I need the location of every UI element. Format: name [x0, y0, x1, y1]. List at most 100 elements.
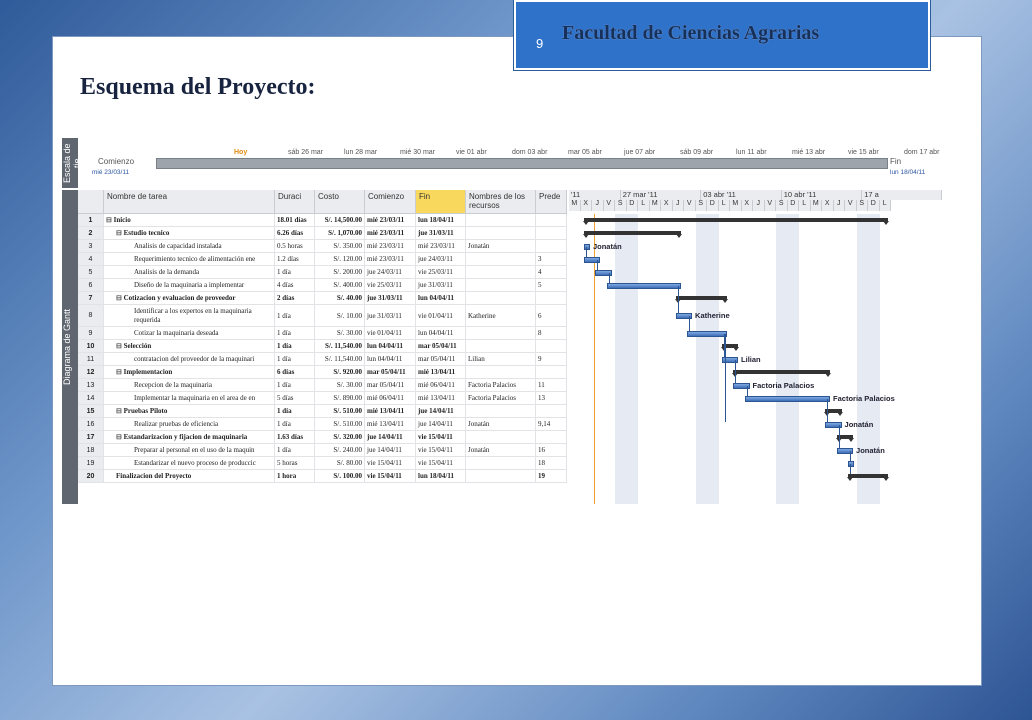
task-cell-pred[interactable]: 9 [536, 353, 567, 366]
task-cell-cost[interactable]: S/. 11,540.00 [315, 353, 365, 366]
task-cell-res[interactable] [466, 340, 536, 353]
collapse-icon[interactable]: ⊟ [116, 407, 124, 415]
task-cell-id[interactable]: 20 [78, 470, 104, 483]
task-cell-name[interactable]: ⊟ Cotizacion y evaluacion de proveedor [104, 292, 275, 305]
task-cell-pred[interactable] [536, 340, 567, 353]
task-cell-id[interactable]: 16 [78, 418, 104, 431]
gantt-summary-bar[interactable] [582, 230, 682, 238]
task-cell-dur[interactable]: 1 hora [275, 470, 315, 483]
task-row[interactable]: 8 Identificar a los expertos en la maquin… [78, 305, 567, 327]
gantt-task-bar[interactable] [744, 395, 831, 402]
task-cell-pred[interactable]: 3 [536, 253, 567, 266]
task-cell-id[interactable]: 8 [78, 305, 104, 327]
collapse-icon[interactable]: ⊟ [116, 433, 124, 441]
task-cell-res[interactable] [466, 457, 536, 470]
task-cell-name[interactable]: ⊟ Implementacion [104, 366, 275, 379]
task-cell-start[interactable]: mié 23/03/11 [365, 214, 416, 227]
task-cell-start[interactable]: jue 14/04/11 [365, 444, 416, 457]
task-cell-res[interactable] [466, 266, 536, 279]
task-cell-cost[interactable]: S/. 10.00 [315, 305, 365, 327]
collapse-icon[interactable]: ⊟ [116, 368, 124, 376]
task-cell-res[interactable] [466, 227, 536, 240]
gantt-summary-bar[interactable] [582, 217, 889, 225]
task-cell-res[interactable] [466, 253, 536, 266]
task-cell-dur[interactable]: 1 día [275, 444, 315, 457]
task-cell-id[interactable]: 6 [78, 279, 104, 292]
gantt-task-bar[interactable] [848, 460, 855, 467]
task-cell-dur[interactable]: 18.01 días [275, 214, 315, 227]
task-cell-name[interactable]: Diseño de la maquinaria a implementar [104, 279, 275, 292]
task-cell-cost[interactable]: S/. 920.00 [315, 366, 365, 379]
column-header-duracion[interactable]: Duraci [275, 190, 315, 214]
task-cell-start[interactable]: mié 13/04/11 [365, 405, 416, 418]
task-row[interactable]: 20 Finalizacion del Proyecto 1 hora S/. 100… [78, 470, 567, 483]
task-cell-end[interactable]: lun 04/04/11 [416, 292, 466, 305]
task-cell-name[interactable]: Finalizacion del Proyecto [104, 470, 275, 483]
task-row[interactable]: 16 Realizar pruebas de eficiencia 1 día S/.… [78, 418, 567, 431]
task-cell-start[interactable]: mar 05/04/11 [365, 379, 416, 392]
task-cell-name[interactable]: ⊟ Inicio [104, 214, 275, 227]
task-cell-id[interactable]: 10 [78, 340, 104, 353]
task-row[interactable]: 4 Requerimiento tecnico de alimentación e… [78, 253, 567, 266]
task-row[interactable]: 12 ⊟ Implementacion 6 días S/. 920.00 mar 05… [78, 366, 567, 379]
gantt-task-bar[interactable] [583, 243, 590, 250]
task-cell-pred[interactable]: 13 [536, 392, 567, 405]
task-cell-start[interactable]: vie 15/04/11 [365, 457, 416, 470]
task-cell-id[interactable]: 13 [78, 379, 104, 392]
task-cell-name[interactable]: ⊟ Pruebas Piloto [104, 405, 275, 418]
task-cell-start[interactable]: vie 15/04/11 [365, 470, 416, 483]
gantt-summary-bar[interactable] [847, 473, 889, 481]
column-header-recursos[interactable]: Nombres de los recursos [466, 190, 536, 214]
column-header-fin[interactable]: Fin [416, 190, 466, 214]
task-cell-res[interactable]: Factoria Palacios [466, 379, 536, 392]
timeline-panel[interactable]: Hoy sáb 26 mar lun 28 mar mié 30 mar vie 01 … [78, 138, 942, 188]
task-cell-id[interactable]: 4 [78, 253, 104, 266]
task-cell-dur[interactable]: 1 día [275, 379, 315, 392]
task-cell-res[interactable]: Factoria Palacios [466, 392, 536, 405]
task-cell-cost[interactable]: S/. 30.00 [315, 379, 365, 392]
task-cell-pred[interactable]: 6 [536, 305, 567, 327]
task-cell-pred[interactable] [536, 431, 567, 444]
task-cell-start[interactable]: mar 05/04/11 [365, 366, 416, 379]
task-cell-pred[interactable]: 18 [536, 457, 567, 470]
task-cell-name[interactable]: Analisis de la demanda [104, 266, 275, 279]
task-row[interactable]: 9 Cotizar la maquinaria deseada 1 día S/. 3… [78, 327, 567, 340]
task-cell-id[interactable]: 5 [78, 266, 104, 279]
task-cell-id[interactable]: 3 [78, 240, 104, 253]
gantt-task-bar[interactable] [606, 282, 681, 289]
task-row[interactable]: 14 Implementar la maquinaria en el area d… [78, 392, 567, 405]
task-cell-dur[interactable]: 6 días [275, 366, 315, 379]
task-cell-res[interactable] [466, 366, 536, 379]
gantt-chart[interactable]: '11 27 mar '11 03 abr '11 10 abr '11 17 a MX… [567, 190, 942, 504]
task-cell-name[interactable]: Identificar a los expertos en la maquina… [104, 305, 275, 327]
task-cell-dur[interactable]: 1 día [275, 340, 315, 353]
task-cell-end[interactable]: mié 23/03/11 [416, 240, 466, 253]
task-cell-pred[interactable] [536, 214, 567, 227]
task-cell-cost[interactable]: S/. 14,500.00 [315, 214, 365, 227]
task-cell-end[interactable]: mar 05/04/11 [416, 340, 466, 353]
task-cell-dur[interactable]: 1 día [275, 266, 315, 279]
task-cell-cost[interactable]: S/. 320.00 [315, 431, 365, 444]
task-cell-pred[interactable]: 5 [536, 279, 567, 292]
task-cell-start[interactable]: mié 06/04/11 [365, 392, 416, 405]
task-cell-name[interactable]: Recepcion de la maquinaria [104, 379, 275, 392]
task-cell-end[interactable]: jue 14/04/11 [416, 405, 466, 418]
task-cell-id[interactable]: 2 [78, 227, 104, 240]
timeline-side-tab[interactable]: Escala de tie [62, 138, 82, 188]
task-row[interactable]: 2 ⊟ Estudio tecnico 6.26 días S/. 1,070.00 m… [78, 227, 567, 240]
task-cell-cost[interactable]: S/. 80.00 [315, 457, 365, 470]
task-cell-end[interactable]: lun 04/04/11 [416, 327, 466, 340]
task-cell-pred[interactable]: 16 [536, 444, 567, 457]
task-row[interactable]: 11 contratacion del proveedor de la maqui… [78, 353, 567, 366]
gantt-summary-bar[interactable] [674, 295, 728, 303]
task-cell-start[interactable]: mié 23/03/11 [365, 240, 416, 253]
task-cell-dur[interactable]: 1 día [275, 327, 315, 340]
task-cell-end[interactable]: jue 14/04/11 [416, 418, 466, 431]
task-cell-start[interactable]: vie 01/04/11 [365, 327, 416, 340]
gantt-summary-bar[interactable] [732, 369, 831, 377]
task-cell-end[interactable]: vie 15/04/11 [416, 457, 466, 470]
collapse-icon[interactable]: ⊟ [116, 342, 124, 350]
task-cell-dur[interactable]: 5 días [275, 392, 315, 405]
task-cell-res[interactable]: Jonatán [466, 240, 536, 253]
task-cell-id[interactable]: 7 [78, 292, 104, 305]
